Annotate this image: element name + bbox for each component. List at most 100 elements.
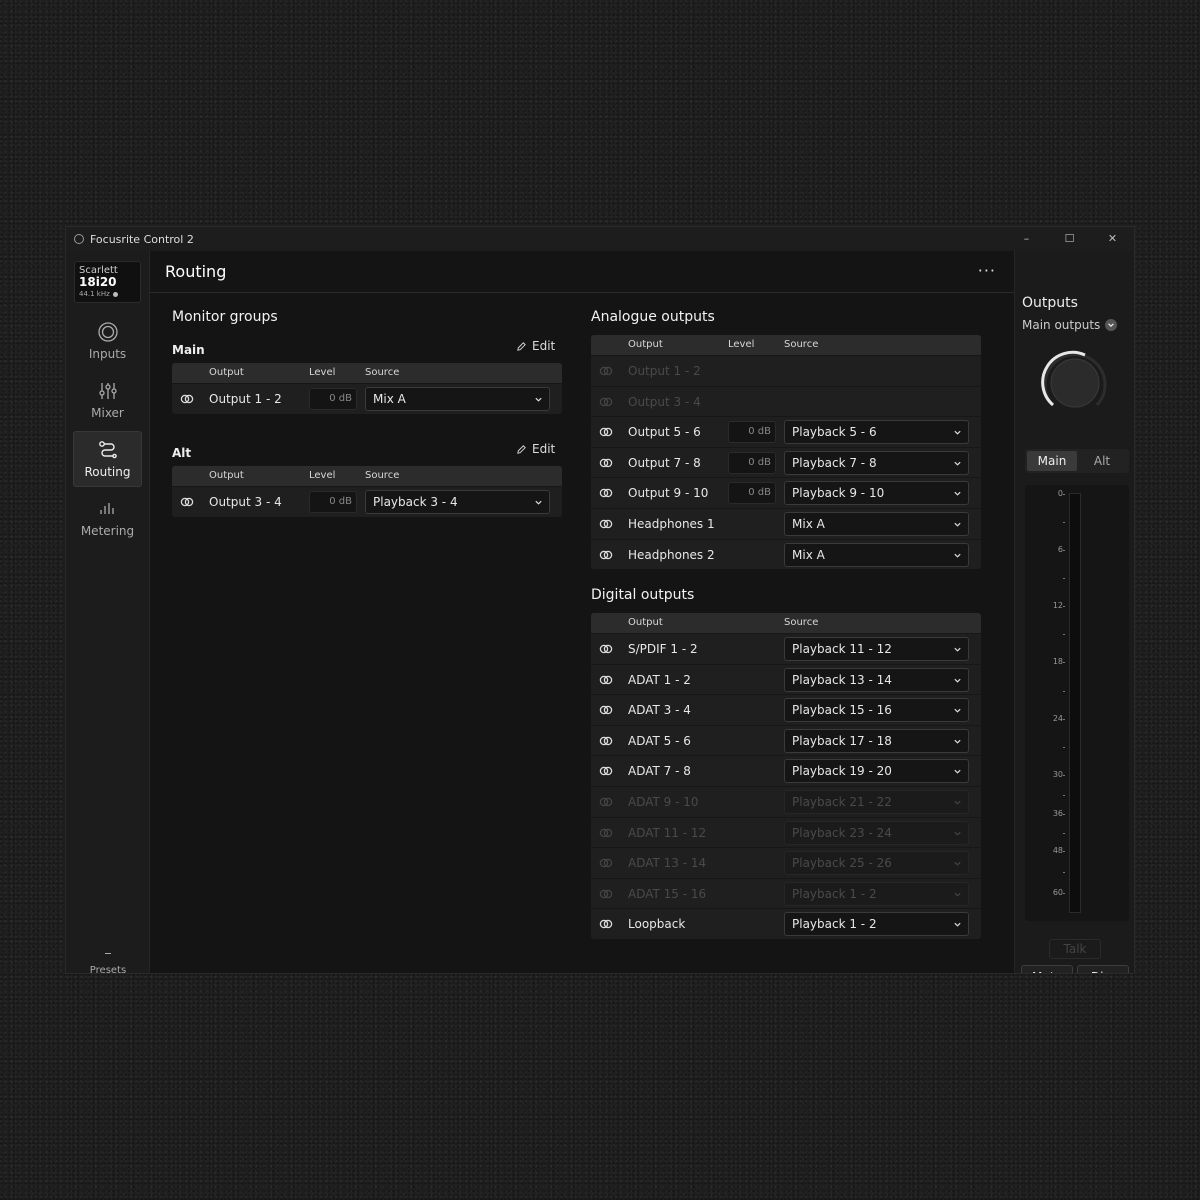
meter-tick-label: 48 bbox=[1052, 846, 1063, 855]
edit-alt-button[interactable]: Edit bbox=[516, 442, 555, 456]
dim-button[interactable]: Dim bbox=[1077, 965, 1129, 973]
source-select[interactable]: Playback 15 - 16 bbox=[784, 698, 969, 723]
level-field[interactable]: 0 dB bbox=[728, 421, 776, 444]
table-row: Output 9 - 10 0 dB Playback 9 - 10 bbox=[591, 477, 981, 508]
stereo-link-icon[interactable] bbox=[599, 395, 613, 409]
maximize-button[interactable]: ☐ bbox=[1048, 227, 1091, 251]
output-group-select[interactable]: Main outputs bbox=[1022, 318, 1118, 332]
stereo-link-icon[interactable] bbox=[599, 517, 613, 531]
stereo-link-icon[interactable] bbox=[599, 826, 613, 840]
output-name: ADAT 5 - 6 bbox=[628, 733, 691, 748]
analogue-outputs-title: Analogue outputs bbox=[591, 309, 715, 325]
stereo-link-icon[interactable] bbox=[599, 856, 613, 870]
table-header: Output Source bbox=[591, 613, 981, 633]
sidebar-item-label: Inputs bbox=[88, 347, 127, 361]
source-value: Mix A bbox=[792, 516, 825, 531]
table-row: S/PDIF 1 - 2 Playback 11 - 12 bbox=[591, 633, 981, 664]
source-select[interactable]: Playback 5 - 6 bbox=[784, 420, 969, 445]
close-button[interactable]: ✕ bbox=[1091, 227, 1134, 251]
source-select[interactable]: Playback 13 - 14 bbox=[784, 667, 969, 692]
source-value: Playback 13 - 14 bbox=[792, 672, 892, 687]
output-name: ADAT 13 - 14 bbox=[628, 856, 707, 871]
source-value: Playback 15 - 16 bbox=[792, 703, 892, 718]
level-field[interactable]: 0 dB bbox=[728, 451, 776, 474]
source-value: Playback 11 - 12 bbox=[792, 642, 892, 656]
table-row: Output 1 - 2 0 dB Mix A bbox=[172, 383, 562, 414]
edit-label: Edit bbox=[532, 442, 556, 456]
source-select[interactable]: Playback 9 - 10 bbox=[784, 481, 969, 506]
table-row: Output 5 - 6 0 dB Playback 5 - 6 bbox=[591, 416, 981, 447]
source-select: Playback 25 - 26 bbox=[784, 851, 969, 876]
volume-knob[interactable] bbox=[1039, 347, 1111, 419]
source-select[interactable]: Playback 3 - 4 bbox=[365, 490, 550, 514]
chevron-down-icon bbox=[954, 739, 961, 744]
stereo-link-icon[interactable] bbox=[599, 917, 613, 931]
sidebar-item-label: Routing bbox=[84, 465, 131, 479]
stereo-link-icon[interactable] bbox=[599, 673, 613, 687]
mixer-icon bbox=[98, 383, 117, 399]
source-select[interactable]: Playback 19 - 20 bbox=[784, 759, 969, 784]
presets-label: Presets bbox=[89, 965, 127, 974]
level-field[interactable]: 0 dB bbox=[309, 388, 357, 410]
talk-button[interactable]: Talk bbox=[1049, 939, 1101, 959]
tab-alt[interactable]: Alt bbox=[1077, 451, 1127, 471]
edit-main-button[interactable]: Edit bbox=[516, 339, 555, 353]
table-header: Output Level Source bbox=[172, 363, 562, 383]
output-name: ADAT 9 - 10 bbox=[628, 794, 699, 809]
source-select[interactable]: Mix A bbox=[365, 387, 550, 411]
mute-button[interactable]: Mute bbox=[1021, 965, 1073, 973]
sidebar-item-mixer[interactable]: Mixer bbox=[73, 372, 142, 428]
device-card[interactable]: Scarlett 18i20 44.1 kHz bbox=[74, 261, 141, 303]
outputs-title: Outputs bbox=[1022, 295, 1078, 311]
source-select[interactable]: Mix A bbox=[784, 511, 969, 536]
meter-tick-label: 60 bbox=[1052, 888, 1063, 897]
stereo-link-icon[interactable] bbox=[599, 642, 613, 656]
sidebar-item-metering[interactable]: Metering bbox=[73, 490, 142, 546]
source-select[interactable]: Playback 17 - 18 bbox=[784, 728, 969, 753]
sidebar-item-inputs[interactable]: Inputs bbox=[73, 313, 142, 369]
output-name: Headphones 2 bbox=[628, 547, 715, 562]
digital-outputs-title: Digital outputs bbox=[591, 587, 695, 603]
stereo-link-icon[interactable] bbox=[180, 495, 194, 509]
stereo-link-icon[interactable] bbox=[599, 456, 613, 470]
presets-button[interactable]: Presets bbox=[66, 953, 150, 974]
stereo-link-icon[interactable] bbox=[599, 486, 613, 500]
source-value: Playback 25 - 26 bbox=[792, 856, 892, 871]
stereo-link-icon[interactable] bbox=[599, 364, 613, 378]
source-select[interactable]: Playback 11 - 12 bbox=[784, 637, 969, 661]
device-model: 18i20 bbox=[79, 275, 117, 289]
stereo-link-icon[interactable] bbox=[599, 734, 613, 748]
meter-tick-label: 36 bbox=[1052, 809, 1063, 818]
sidebar-item-routing[interactable]: Routing bbox=[73, 431, 142, 487]
table-row: ADAT 1 - 2 Playback 13 - 14 bbox=[591, 663, 981, 695]
source-select[interactable]: Playback 1 - 2 bbox=[784, 912, 969, 937]
output-name: Output 7 - 8 bbox=[628, 455, 701, 470]
output-name: Loopback bbox=[628, 917, 686, 932]
minimize-button[interactable]: – bbox=[1005, 227, 1048, 251]
header-output: Output bbox=[209, 367, 244, 378]
routing-icon bbox=[98, 441, 117, 459]
main-group-table: Output Level Source Output 1 - 2 0 dB Mi… bbox=[172, 363, 562, 414]
stereo-link-icon[interactable] bbox=[599, 425, 613, 439]
level-field[interactable]: 0 dB bbox=[309, 491, 357, 513]
meter-minor-tick bbox=[1063, 872, 1065, 873]
meter-tick-mark bbox=[1063, 893, 1065, 894]
table-row: Output 7 - 8 0 dB Playback 7 - 8 bbox=[591, 446, 981, 478]
stereo-link-icon[interactable] bbox=[599, 887, 613, 901]
tab-main[interactable]: Main bbox=[1027, 451, 1077, 471]
source-select[interactable]: Mix A bbox=[784, 542, 969, 567]
more-options-button[interactable]: ··· bbox=[978, 261, 996, 280]
stereo-link-icon[interactable] bbox=[599, 795, 613, 809]
stereo-link-icon[interactable] bbox=[599, 764, 613, 778]
pencil-icon bbox=[517, 341, 526, 351]
source-value: Playback 7 - 8 bbox=[792, 455, 877, 470]
page-header: Routing ··· bbox=[150, 251, 1014, 293]
inputs-icon bbox=[97, 322, 118, 342]
stereo-link-icon[interactable] bbox=[599, 548, 613, 562]
stereo-link-icon[interactable] bbox=[180, 392, 194, 406]
stereo-link-icon[interactable] bbox=[599, 703, 613, 717]
source-select: Playback 1 - 2 bbox=[784, 881, 969, 906]
source-select[interactable]: Playback 7 - 8 bbox=[784, 450, 969, 475]
chevron-down-icon bbox=[535, 500, 542, 505]
level-field[interactable]: 0 dB bbox=[728, 482, 776, 505]
